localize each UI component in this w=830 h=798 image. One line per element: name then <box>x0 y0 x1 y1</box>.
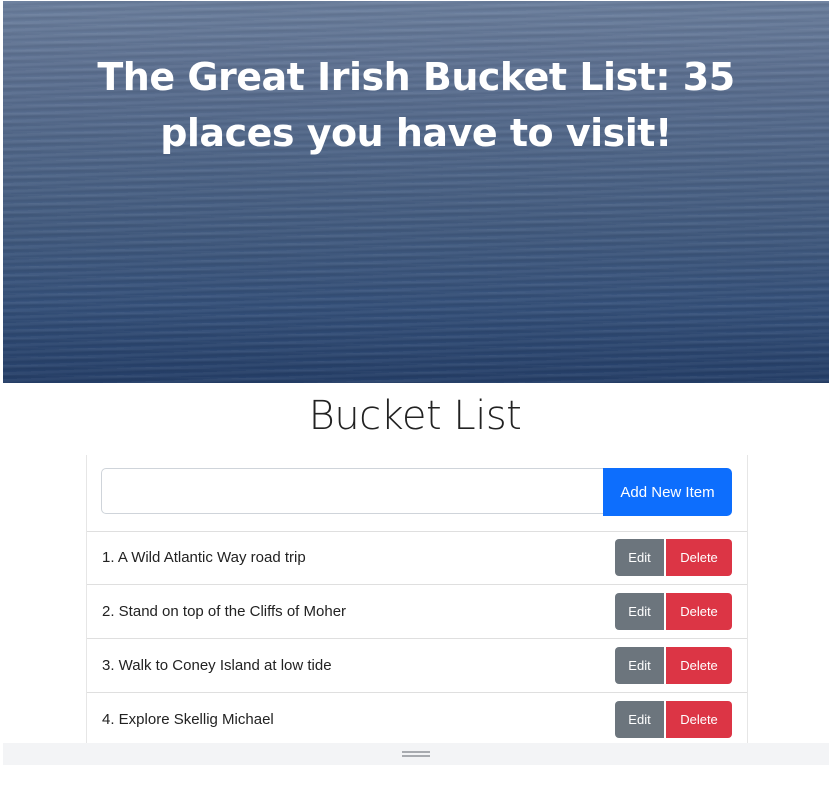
add-new-item-button[interactable]: Add New Item <box>603 468 732 516</box>
bucket-list-card: Add New Item 1. A Wild Atlantic Way road… <box>86 455 748 743</box>
panel-resize-bar <box>3 743 829 765</box>
page-frame: The Great Irish Bucket List: 35 places y… <box>0 0 830 798</box>
list-item-label: 4. Explore Skellig Michael <box>102 711 274 728</box>
page-title: Bucket List <box>308 393 522 439</box>
hero-banner: The Great Irish Bucket List: 35 places y… <box>3 1 829 383</box>
list-item: 2. Stand on top of the Cliffs of Moher E… <box>87 585 747 639</box>
drag-handle-icon[interactable] <box>402 751 430 757</box>
delete-button[interactable]: Delete <box>666 647 732 684</box>
edit-button[interactable]: Edit <box>615 647 664 684</box>
delete-button[interactable]: Delete <box>666 701 732 738</box>
list-item: 3. Walk to Coney Island at low tide Edit… <box>87 639 747 693</box>
delete-button[interactable]: Delete <box>666 593 732 630</box>
edit-button[interactable]: Edit <box>615 701 664 738</box>
list-item-label: 2. Stand on top of the Cliffs of Moher <box>102 603 347 620</box>
delete-button[interactable]: Delete <box>666 539 732 576</box>
edit-button[interactable]: Edit <box>615 539 664 576</box>
new-item-input[interactable] <box>101 468 605 514</box>
bucket-list: 1. A Wild Atlantic Way road trip Edit De… <box>87 531 747 743</box>
add-item-row: Add New Item <box>87 455 747 532</box>
list-item: 1. A Wild Atlantic Way road trip Edit De… <box>87 531 747 585</box>
list-item: 4. Explore Skellig Michael Edit Delete <box>87 693 747 743</box>
list-item-label: 1. A Wild Atlantic Way road trip <box>102 549 306 566</box>
list-item-label: 3. Walk to Coney Island at low tide <box>102 657 332 674</box>
edit-button[interactable]: Edit <box>615 593 664 630</box>
hero-title: The Great Irish Bucket List: 35 places y… <box>97 55 735 155</box>
